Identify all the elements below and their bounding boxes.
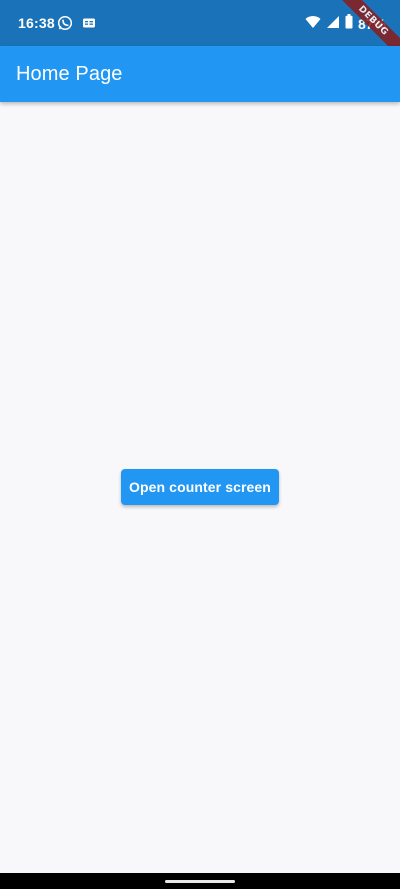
navigation-bar xyxy=(0,873,400,889)
signal-icon xyxy=(326,15,340,34)
whatsapp-icon xyxy=(57,15,73,36)
status-left-icons xyxy=(57,15,97,36)
status-time: 16:38 xyxy=(18,15,55,31)
app-bar: Home Page xyxy=(0,46,400,102)
app-screen: 16:38 DEBUG Home Page Open counter scree… xyxy=(0,0,400,889)
battery-icon xyxy=(345,14,353,34)
home-gesture-handle[interactable] xyxy=(165,880,235,883)
status-bar: 16:38 DEBUG xyxy=(0,0,400,65)
wifi-icon xyxy=(305,15,321,34)
id-card-icon xyxy=(81,15,97,36)
open-counter-screen-button[interactable]: Open counter screen xyxy=(121,469,279,505)
page-title: Home Page xyxy=(16,63,123,85)
